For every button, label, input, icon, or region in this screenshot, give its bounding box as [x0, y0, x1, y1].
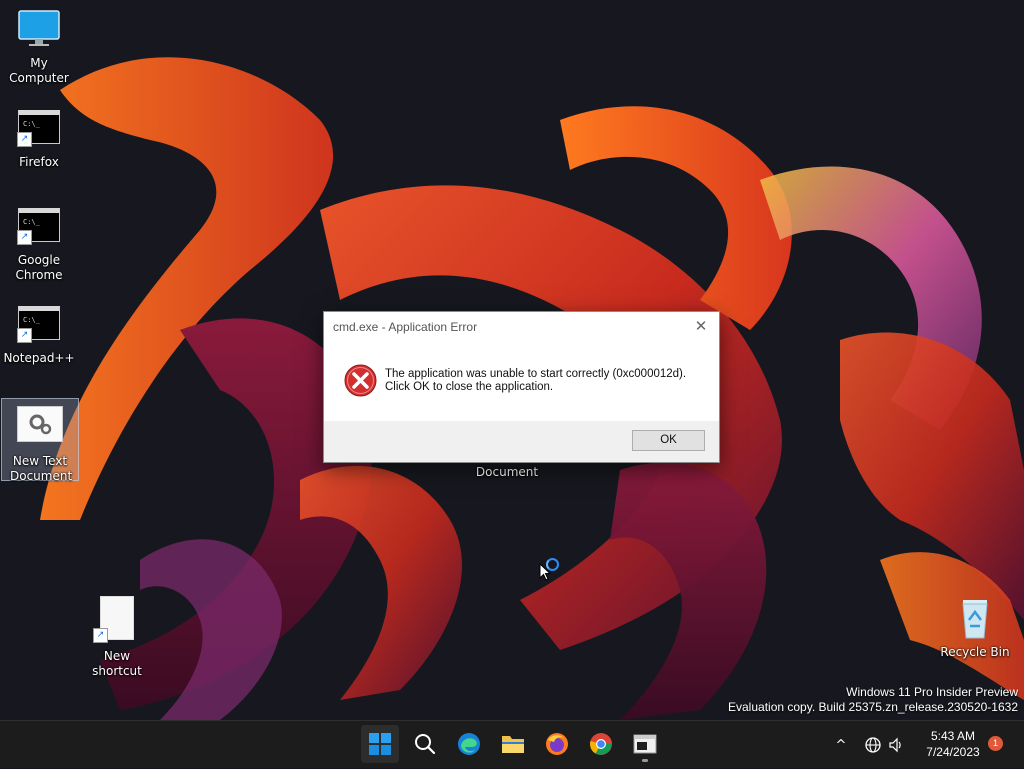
shortcut-arrow-icon: ↗	[93, 628, 108, 643]
blank-file-icon: ↗	[93, 596, 134, 643]
evaluation-watermark: Windows 11 Pro Insider Preview Evaluatio…	[728, 685, 1018, 715]
dialog-message: The application was unable to start corr…	[385, 368, 686, 394]
chrome-icon	[590, 733, 612, 755]
application-error-dialog: cmd.exe - Application Error ✕ The applic…	[323, 311, 720, 463]
taskbar: ^ 5:43 AM 7/24/2023	[0, 720, 1024, 768]
taskbar-chrome-button[interactable]	[582, 725, 620, 763]
taskbar-terminal-button[interactable]	[626, 725, 664, 763]
shortcut-arrow-icon: ↗	[17, 132, 32, 147]
search-icon	[415, 734, 436, 755]
firefox-icon	[546, 733, 568, 755]
ok-button[interactable]: OK	[632, 430, 705, 451]
dialog-message-line2: Click OK to close the application.	[385, 381, 554, 393]
desktop-icon-label: Google Chrome	[15, 253, 63, 282]
desktop-icon-recycle-bin[interactable]: Recycle Bin	[937, 596, 1013, 660]
desktop-icon-notepad-plus-plus[interactable]: C:\_ ↗ Notepad++	[1, 306, 77, 366]
shortcut-arrow-icon: ↗	[17, 328, 32, 343]
notification-badge[interactable]: 1	[988, 736, 1003, 751]
desktop-icon-occluded[interactable]: Document	[469, 465, 545, 480]
taskbar-clock[interactable]: 5:43 AM 7/24/2023	[912, 728, 994, 760]
error-icon	[344, 364, 377, 397]
globe-icon	[865, 737, 881, 753]
desktop-icon-label: My Computer	[9, 56, 69, 85]
taskbar-file-explorer-button[interactable]	[494, 725, 532, 763]
monitor-icon	[17, 8, 61, 48]
command-prompt-icon: C:\_ ↗	[17, 208, 60, 245]
watermark-line1: Windows 11 Pro Insider Preview	[846, 685, 1018, 699]
taskbar-edge-button[interactable]	[450, 725, 488, 763]
search-button[interactable]	[406, 725, 444, 763]
busy-spinner-icon	[546, 558, 559, 571]
clock-time: 5:43 AM	[930, 729, 976, 743]
dialog-footer: OK	[324, 421, 719, 462]
desktop-icon-new-shortcut[interactable]: ↗ New shortcut	[78, 596, 156, 679]
volume-button[interactable]	[885, 721, 907, 769]
running-indicator	[642, 759, 648, 762]
watermark-line2: Evaluation copy. Build 25375.zn_release.…	[728, 700, 1018, 714]
desktop-icon-label: New shortcut	[92, 649, 142, 678]
command-prompt-icon: C:\_ ↗	[17, 306, 60, 343]
settings-file-icon	[17, 406, 63, 442]
dialog-message-line1: The application was unable to start corr…	[385, 368, 687, 380]
desktop-icon-label: Recycle Bin	[940, 645, 1010, 659]
chevron-up-icon: ^	[835, 737, 847, 753]
dialog-body: The application was unable to start corr…	[324, 341, 719, 419]
desktop-icon-new-text-document[interactable]: New Text Document	[1, 398, 79, 483]
edge-icon	[458, 733, 480, 755]
shortcut-arrow-icon: ↗	[17, 230, 32, 245]
taskbar-firefox-button[interactable]	[538, 725, 576, 763]
desktop-icon-label: New Text Document	[10, 454, 73, 483]
network-button[interactable]	[862, 721, 884, 769]
desktop-icon-google-chrome[interactable]: C:\_ ↗ Google Chrome	[1, 208, 77, 283]
command-prompt-icon: C:\_ ↗	[17, 110, 60, 147]
dialog-title: cmd.exe - Application Error	[333, 320, 478, 334]
desktop-icon-label: Document	[475, 465, 539, 479]
recycle-bin-icon	[957, 596, 993, 640]
terminal-icon	[633, 734, 657, 754]
dialog-titlebar[interactable]: cmd.exe - Application Error ✕	[324, 312, 719, 341]
desktop-icon-label: Notepad++	[3, 351, 75, 365]
start-button[interactable]	[361, 725, 399, 763]
desktop-icon-firefox[interactable]: C:\_ ↗ Firefox	[1, 110, 77, 170]
speaker-icon	[889, 737, 901, 753]
desktop-icon-my-computer[interactable]: My Computer	[1, 8, 77, 86]
start-icon	[369, 733, 391, 755]
clock-date: 7/24/2023	[926, 745, 980, 759]
close-icon[interactable]: ✕	[691, 316, 711, 336]
desktop-icon-label: Firefox	[19, 155, 59, 169]
tray-overflow-button[interactable]: ^	[830, 721, 852, 769]
file-explorer-icon	[502, 736, 524, 753]
